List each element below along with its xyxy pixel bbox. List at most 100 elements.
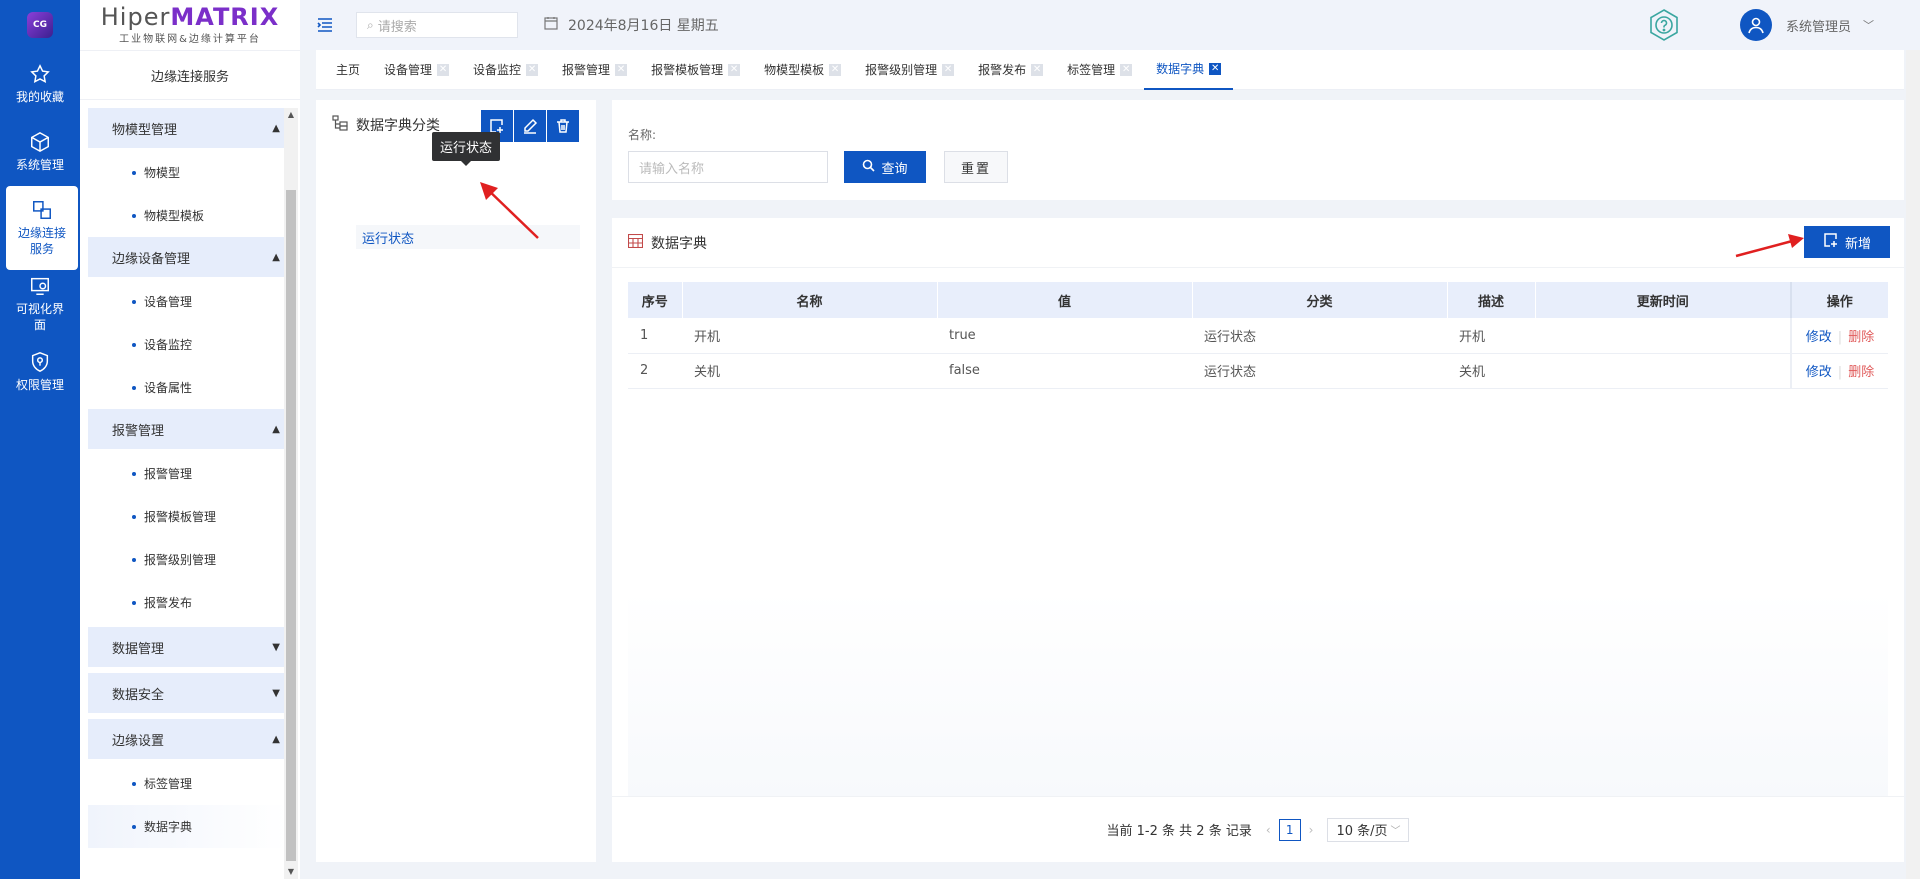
query-row: 请输入名称 查询 重置: [628, 151, 1888, 183]
menu-item-data-dictionary[interactable]: 数据字典: [88, 805, 288, 848]
tree-node-running-status[interactable]: 运行状态: [356, 225, 580, 249]
close-icon[interactable]: ✕: [1209, 62, 1222, 75]
rail-item-visualization[interactable]: 可视化界 面: [0, 270, 80, 338]
delete-link[interactable]: 删除: [1848, 365, 1874, 380]
star-icon: [29, 63, 51, 85]
menu-group-data-management[interactable]: 数据管理 ▼: [88, 627, 288, 667]
global-search-input[interactable]: ⌕ 请搜索: [356, 12, 518, 38]
tab-device-monitor[interactable]: 设备监控 ✕: [461, 50, 550, 90]
close-icon[interactable]: ✕: [526, 63, 539, 76]
menu-item-device-monitor[interactable]: 设备监控: [88, 323, 288, 366]
name-filter-placeholder: 请输入名称: [639, 161, 705, 177]
tab-alarm-management[interactable]: 报警管理 ✕: [550, 50, 639, 90]
menu-item-label: 报警级别管理: [144, 553, 217, 567]
reset-button[interactable]: 重置: [944, 151, 1008, 183]
tab-tag-management[interactable]: 标签管理 ✕: [1055, 50, 1144, 90]
close-icon[interactable]: ✕: [1031, 63, 1044, 76]
menu-group-label: 边缘设置: [112, 733, 165, 749]
page-scrollbar[interactable]: [1906, 50, 1920, 879]
close-icon[interactable]: ✕: [942, 63, 955, 76]
menu-item-device-attributes[interactable]: 设备属性: [88, 366, 288, 409]
sidebar-scrollbar[interactable]: ▲ ▼: [284, 108, 298, 879]
close-icon[interactable]: ✕: [1120, 63, 1133, 76]
tab-device-management[interactable]: 设备管理 ✕: [372, 50, 461, 90]
rail-item-edge-connect[interactable]: 边缘连接 服务: [6, 186, 78, 270]
tree-node-label: 运行状态: [362, 231, 415, 247]
tab-thing-model-template[interactable]: 物模型模板 ✕: [752, 50, 853, 90]
search-button[interactable]: 查询: [844, 151, 926, 183]
column-header: 描述: [1447, 282, 1536, 318]
menu-group-data-security[interactable]: 数据安全 ▼: [88, 673, 288, 713]
menu-group-thing-model[interactable]: 物模型管理 ▲: [88, 108, 288, 148]
next-page-icon[interactable]: ›: [1309, 823, 1314, 837]
cell-actions: 修改 | 删除: [1790, 318, 1888, 354]
menu-item-thing-model-template[interactable]: 物模型模板: [88, 194, 288, 237]
tab-label: 报警模板管理: [651, 63, 724, 77]
app-logo[interactable]: CG: [0, 0, 80, 50]
menu-item-alarm-publish[interactable]: 报警发布: [88, 581, 288, 624]
menu-item-label: 报警模板管理: [144, 510, 217, 524]
menu-item-alarm-level[interactable]: 报警级别管理: [88, 538, 288, 581]
chevron-down-icon[interactable]: ﹀: [1863, 17, 1874, 33]
prev-page-icon[interactable]: ‹: [1266, 823, 1271, 837]
rail-item-favorites[interactable]: 我的收藏: [0, 50, 80, 118]
user-avatar[interactable]: [1739, 9, 1772, 41]
rail-item-permissions[interactable]: 权限管理: [0, 338, 80, 406]
scroll-up-icon[interactable]: ▲: [284, 108, 298, 122]
menu-item-device-management[interactable]: 设备管理: [88, 280, 288, 323]
cell-updated: [1535, 318, 1791, 354]
chevron-up-icon: ▲: [272, 733, 280, 745]
page-size-select[interactable]: 10 条/页 ﹀: [1327, 817, 1410, 842]
brand-suffix: MATRIX: [170, 3, 280, 31]
cell-category: 运行状态: [1192, 353, 1447, 389]
shield-icon: [29, 351, 51, 373]
delete-category-button[interactable]: [547, 110, 579, 142]
scroll-down-icon[interactable]: ▼: [284, 865, 298, 879]
tab-alarm-level[interactable]: 报警级别管理 ✕: [853, 50, 966, 90]
rail-item-label-line1: 可视化界: [15, 302, 64, 316]
menu-collapse-icon[interactable]: [316, 18, 334, 32]
page-tabs: 主页 设备管理 ✕ 设备监控 ✕ 报警管理 ✕ 报警模板管理 ✕ 物模型模板 ✕ 报警级别…: [316, 50, 1904, 90]
rail-item-system[interactable]: 系统管理: [0, 118, 80, 186]
chevron-up-icon: ▲: [272, 423, 280, 435]
close-icon[interactable]: ✕: [829, 63, 842, 76]
close-icon[interactable]: ✕: [728, 63, 741, 76]
add-icon: [1823, 232, 1839, 252]
delete-link[interactable]: 删除: [1848, 330, 1874, 345]
menu-group-edge-settings[interactable]: 边缘设置 ▲: [88, 719, 288, 759]
close-icon[interactable]: ✕: [615, 63, 628, 76]
close-icon[interactable]: ✕: [437, 63, 450, 76]
tab-label: 物模型模板: [764, 63, 825, 77]
menu-item-alarm-template[interactable]: 报警模板管理: [88, 495, 288, 538]
tab-data-dictionary[interactable]: 数据字典 ✕: [1144, 50, 1234, 90]
chevron-down-icon: ▼: [272, 687, 280, 699]
category-panel-title: 数据字典分类: [356, 118, 440, 134]
edit-link[interactable]: 修改: [1806, 330, 1832, 345]
left-rail: CG 我的收藏 系统管理 边缘连接 服务 可视化界 面 权限管理: [0, 0, 80, 879]
menu-group-alarm[interactable]: 报警管理 ▲: [88, 409, 288, 449]
menu-item-label: 设备监控: [144, 338, 193, 352]
brand-title: HiperMATRIX: [80, 4, 300, 30]
menu-group-edge-device[interactable]: 边缘设备管理 ▲: [88, 237, 288, 277]
name-filter-input[interactable]: 请输入名称: [628, 151, 828, 183]
edit-link[interactable]: 修改: [1806, 365, 1832, 380]
menu-item-thing-model[interactable]: 物模型: [88, 151, 288, 194]
cell-name: 开机: [682, 318, 937, 354]
tab-alarm-template[interactable]: 报警模板管理 ✕: [639, 50, 752, 90]
page-number-button[interactable]: 1: [1278, 818, 1301, 841]
column-header: 值: [937, 282, 1193, 318]
add-button-label: 新增: [1844, 236, 1871, 252]
page-size-value: 10 条/页: [1336, 824, 1388, 839]
help-icon[interactable]: [1646, 7, 1682, 43]
edit-category-button[interactable]: [514, 110, 546, 142]
username[interactable]: 系统管理员: [1786, 16, 1851, 35]
tab-home[interactable]: 主页: [324, 50, 372, 90]
rail-item-label: 系统管理: [15, 158, 64, 172]
menu-item-alarm-management[interactable]: 报警管理: [88, 452, 288, 495]
scrollbar-thumb[interactable]: [286, 190, 296, 861]
tab-label: 主页: [336, 63, 361, 77]
add-button[interactable]: 新增: [1804, 226, 1890, 258]
tree-icon: [332, 115, 348, 135]
menu-item-tag-management[interactable]: 标签管理: [88, 762, 288, 805]
tab-alarm-publish[interactable]: 报警发布 ✕: [966, 50, 1055, 90]
